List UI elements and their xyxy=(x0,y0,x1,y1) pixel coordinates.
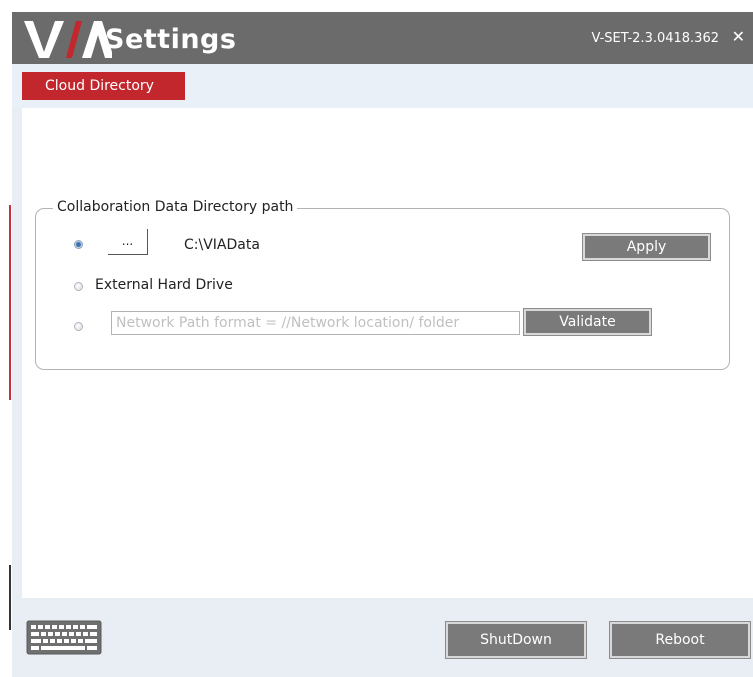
via-logo xyxy=(24,21,112,58)
group-legend: Collaboration Data Directory path xyxy=(53,199,298,215)
collaboration-directory-group: Collaboration Data Directory path ... C:… xyxy=(35,199,730,370)
reboot-button[interactable]: Reboot xyxy=(610,622,750,658)
network-path-input[interactable] xyxy=(111,311,520,335)
external-drive-radio[interactable] xyxy=(74,282,83,291)
browse-button[interactable]: ... xyxy=(108,229,148,255)
external-drive-label[interactable]: External Hard Drive xyxy=(95,277,233,293)
title-bar: Settings V-SET-2.3.0418.362 ✕ xyxy=(12,12,753,64)
window-title: Settings xyxy=(105,24,237,55)
close-icon[interactable]: ✕ xyxy=(732,27,745,46)
version-label: V-SET-2.3.0418.362 xyxy=(591,31,719,46)
local-path-value: C:\VIAData xyxy=(184,237,260,253)
local-path-radio[interactable] xyxy=(74,240,83,249)
apply-button[interactable]: Apply xyxy=(583,234,710,260)
shutdown-button[interactable]: ShutDown xyxy=(446,622,586,658)
settings-window: Settings V-SET-2.3.0418.362 ✕ Cloud Dire… xyxy=(12,12,753,677)
tab-bar: Cloud Directory xyxy=(12,64,753,108)
validate-button[interactable]: Validate xyxy=(524,309,651,335)
left-edge-accent-red xyxy=(9,205,11,400)
network-path-radio[interactable] xyxy=(74,322,83,331)
main-content: Collaboration Data Directory path ... C:… xyxy=(22,108,753,598)
keyboard-icon[interactable] xyxy=(26,620,102,655)
left-edge-accent-dark xyxy=(9,565,11,630)
tab-cloud-directory[interactable]: Cloud Directory xyxy=(22,72,185,100)
